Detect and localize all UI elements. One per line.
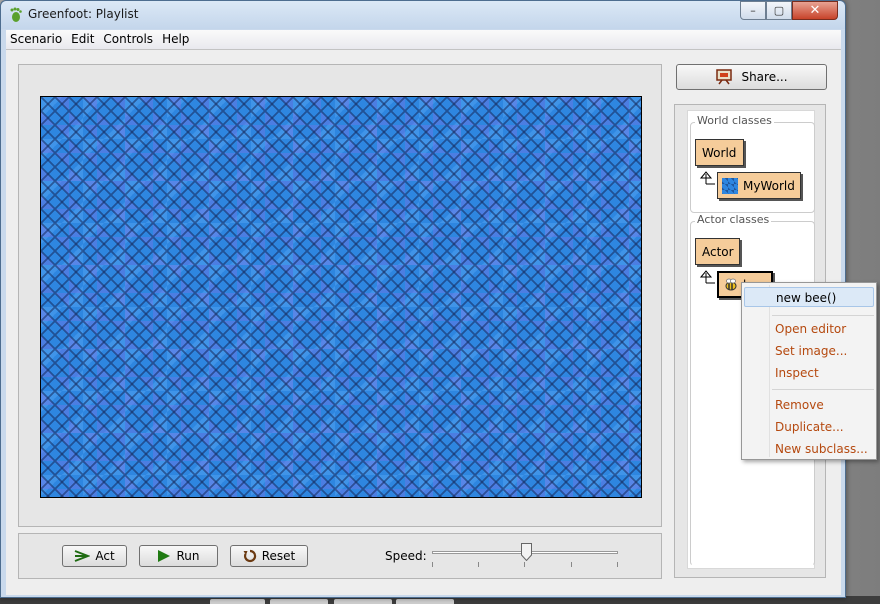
reset-button[interactable]: Reset: [230, 545, 308, 567]
menu-item-duplicate[interactable]: Duplicate...: [775, 420, 844, 434]
speed-label: Speed:: [385, 549, 427, 563]
act-button[interactable]: Act: [62, 545, 127, 567]
menu-item-set-image[interactable]: Set image...: [775, 344, 847, 358]
share-label: Share...: [741, 70, 788, 84]
class-myworld[interactable]: MyWorld: [717, 172, 801, 199]
step-arrow-icon: [74, 550, 91, 562]
slider-tick: [524, 562, 525, 567]
bee-icon: [723, 277, 739, 293]
menu-item-new-subclass[interactable]: New subclass...: [775, 442, 868, 456]
slider-tick: [571, 562, 572, 567]
menu-item-inspect[interactable]: Inspect: [775, 366, 819, 380]
class-world-label: World: [702, 145, 737, 160]
greenfoot-foot-icon: [10, 7, 22, 22]
play-icon: [157, 549, 171, 563]
world-canvas[interactable]: [40, 96, 642, 498]
slider-thumb[interactable]: [521, 543, 532, 561]
close-button[interactable]: ✕: [792, 1, 838, 20]
world-classes-group: World classes World MyWorld: [690, 114, 815, 213]
menu-edit[interactable]: Edit: [67, 30, 99, 49]
client-area: Scenario Edit Controls Help Act Run Rese…: [6, 30, 841, 595]
execution-controls: Act Run Reset Speed:: [18, 533, 662, 579]
title-bar[interactable]: Greenfoot: Playlist – ▢ ✕: [1, 1, 845, 29]
menu-help[interactable]: Help: [158, 30, 194, 49]
menu-item-new-bee[interactable]: new bee(): [744, 287, 874, 307]
menu-item-open-editor[interactable]: Open editor: [775, 322, 846, 336]
easel-icon: [715, 69, 733, 85]
run-button[interactable]: Run: [139, 545, 218, 567]
taskbar-button[interactable]: [396, 599, 454, 604]
minimize-button[interactable]: –: [740, 1, 766, 20]
window-title: Greenfoot: Playlist: [28, 7, 139, 21]
class-myworld-label: MyWorld: [743, 178, 795, 193]
taskbar-button[interactable]: [334, 599, 392, 604]
class-actor[interactable]: Actor: [695, 238, 740, 265]
menu-scenario[interactable]: Scenario: [6, 30, 67, 49]
menu-separator: [772, 389, 874, 390]
menu-separator: [772, 315, 874, 316]
blue-tile-icon: [722, 177, 738, 194]
world-panel: [18, 64, 662, 527]
menu-controls[interactable]: Controls: [99, 30, 158, 49]
taskbar-button[interactable]: [210, 599, 265, 604]
share-button[interactable]: Share...: [676, 64, 827, 90]
menu-item-remove[interactable]: Remove: [775, 398, 824, 412]
inheritance-arrow-icon: [699, 171, 715, 185]
inheritance-arrow-icon: [699, 270, 715, 284]
slider-tick: [478, 562, 479, 567]
actor-classes-title: Actor classes: [695, 213, 772, 226]
menu-gutter: [769, 285, 770, 457]
taskbar-button[interactable]: [270, 599, 328, 604]
slider-tick: [432, 562, 433, 567]
speed-slider[interactable]: [432, 542, 618, 572]
maximize-button[interactable]: ▢: [766, 1, 792, 20]
class-actor-label: Actor: [702, 244, 734, 259]
class-world[interactable]: World: [695, 139, 744, 166]
run-label: Run: [176, 549, 200, 563]
class-context-menu: new bee() Open editor Set image... Inspe…: [741, 282, 877, 460]
greenfoot-window: Greenfoot: Playlist – ▢ ✕ Scenario Edit …: [0, 0, 846, 598]
slider-tick: [617, 562, 618, 567]
world-classes-title: World classes: [695, 114, 774, 127]
reset-icon: [243, 549, 257, 563]
menu-bar: Scenario Edit Controls Help: [6, 30, 841, 50]
act-label: Act: [95, 549, 115, 563]
reset-label: Reset: [261, 549, 296, 563]
